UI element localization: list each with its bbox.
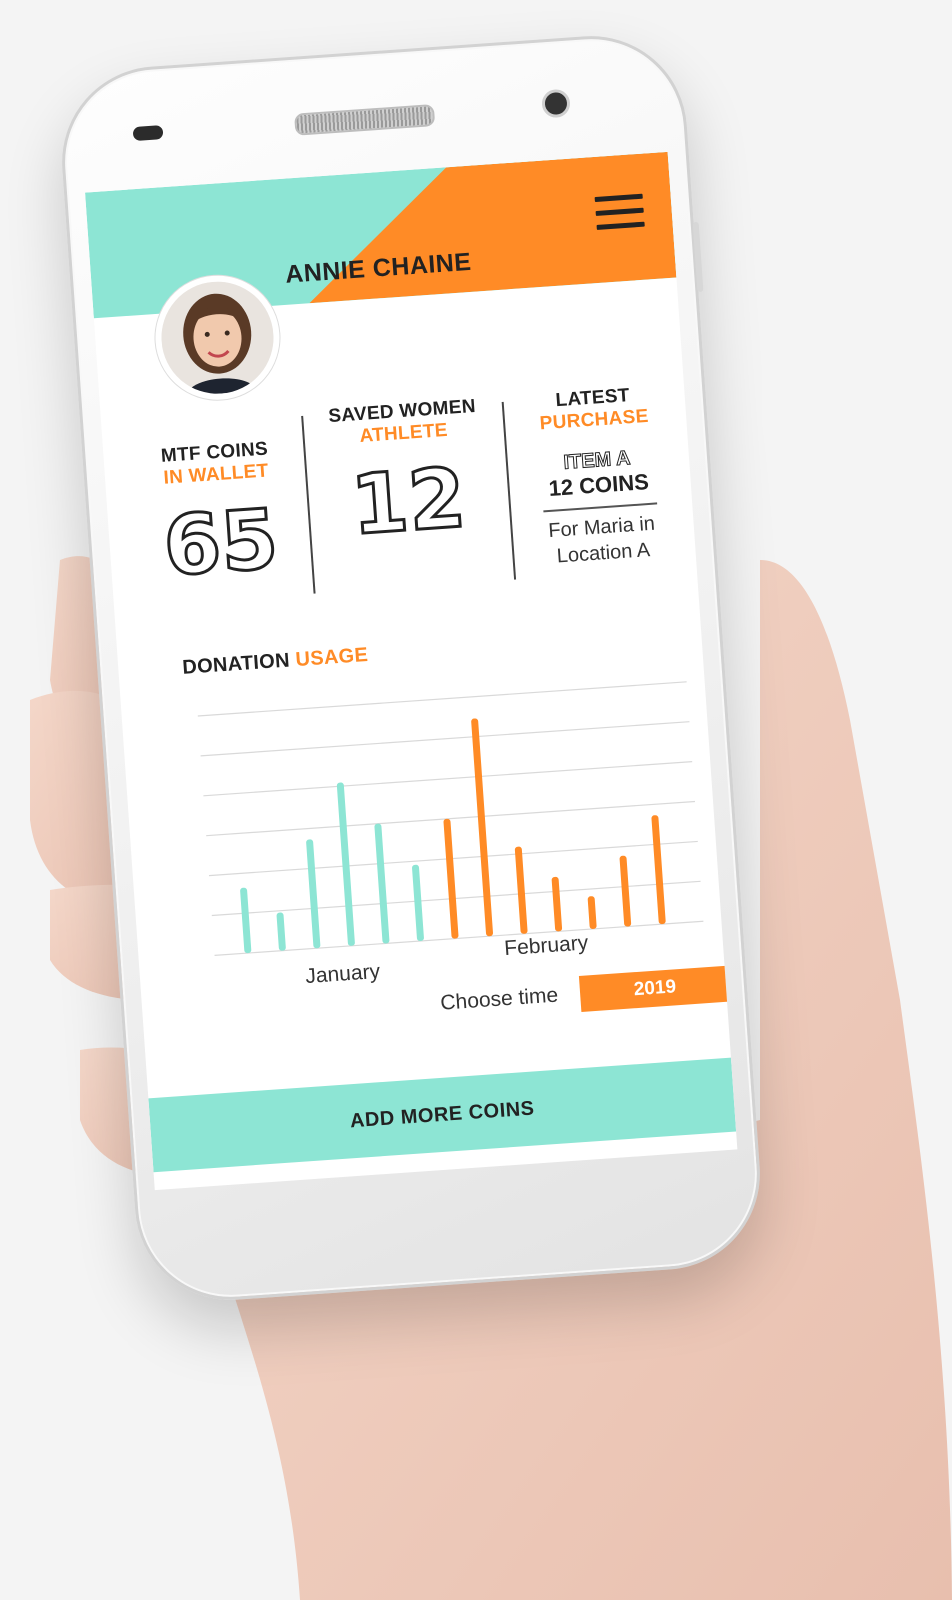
chart-title-accent: USAGE xyxy=(294,643,369,672)
bar-january[interactable] xyxy=(412,864,424,942)
sensor-icon xyxy=(132,125,164,142)
latest-purchase-stat[interactable]: LATEST PURCHASE ITEM A 12 COINS For Mari… xyxy=(510,382,687,583)
saved-value: 12 xyxy=(347,449,470,555)
year-select[interactable]: 2019 xyxy=(578,965,732,1012)
bar-february[interactable] xyxy=(619,855,632,927)
speaker-grille xyxy=(294,104,436,136)
add-more-coins-button[interactable]: ADD MORE COINS xyxy=(148,1057,737,1173)
donation-usage-chart: January February xyxy=(197,681,704,988)
avatar-portrait-icon xyxy=(157,277,278,398)
bar-february[interactable] xyxy=(443,818,459,939)
chart-gridline xyxy=(203,761,693,797)
bar-february[interactable] xyxy=(551,876,563,932)
coins-in-wallet-stat: MTF COINS IN WALLET 65 xyxy=(127,408,310,609)
bar-january[interactable] xyxy=(306,839,321,949)
bar-january[interactable] xyxy=(276,912,286,951)
phone-device: ANNIE CHAINE MTF COINS IN WALLET 65 SAVE… xyxy=(55,29,767,1307)
hamburger-menu-icon[interactable] xyxy=(594,193,645,233)
bar-february[interactable] xyxy=(471,718,493,937)
x-tick-label: February xyxy=(504,931,590,960)
bar-february[interactable] xyxy=(514,846,528,934)
chart-title: DONATION USAGE xyxy=(182,644,369,680)
x-tick-label: January xyxy=(305,960,382,988)
coins-value: 65 xyxy=(159,491,282,597)
bar-february[interactable] xyxy=(651,815,666,925)
chart-gridline xyxy=(200,721,690,757)
chart-title-main: DONATION xyxy=(181,649,291,679)
stats-row: MTF COINS IN WALLET 65 SAVED WOMEN ATHLE… xyxy=(101,381,697,611)
choose-time-label: Choose time xyxy=(439,983,559,1015)
saved-athletes-stat: SAVED WOMEN ATHLETE 12 xyxy=(307,394,510,597)
chart-gridline xyxy=(197,681,687,717)
bar-february[interactable] xyxy=(587,896,597,929)
app-screen: ANNIE CHAINE MTF COINS IN WALLET 65 SAVE… xyxy=(85,151,738,1191)
camera-icon xyxy=(541,88,571,119)
bar-january[interactable] xyxy=(336,782,355,946)
bar-january[interactable] xyxy=(240,887,252,954)
bar-january[interactable] xyxy=(374,823,390,944)
chart-gridline xyxy=(214,920,704,957)
